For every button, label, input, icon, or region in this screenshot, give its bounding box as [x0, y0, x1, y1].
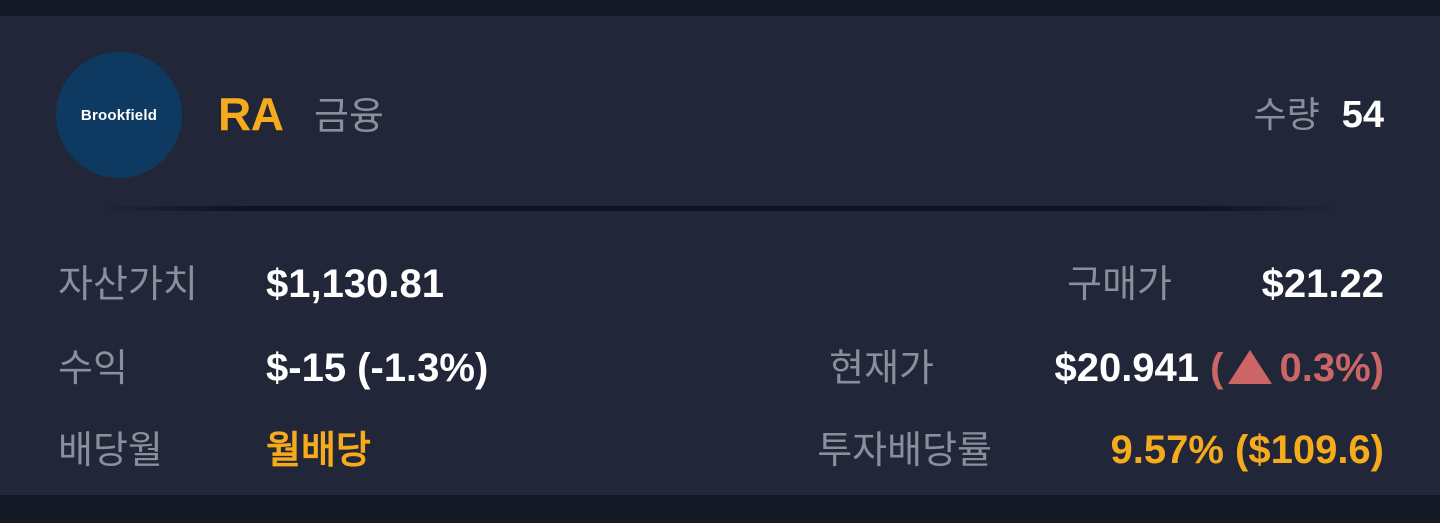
dividend-yield: 9.57% ($109.6)	[1110, 428, 1384, 472]
triangle-up-icon	[1227, 350, 1272, 384]
row-asset-purchase: 자산가치 $1,130.81 구매가 $21.22	[0, 254, 1440, 314]
sector-label: 금융	[314, 94, 384, 138]
row-dividend: 배당월 월배당 투자배당률 9.57% ($109.6)	[0, 420, 1440, 480]
purchase-price: $21.22	[1261, 262, 1384, 306]
current-price: $20.941	[1054, 346, 1200, 390]
holding-card[interactable]: Brookfield RA 금융 수량 54 자산가치 $1,130.81 구매…	[0, 16, 1440, 495]
price-change-percent: 0.3%)	[1279, 346, 1385, 390]
quantity-value: 54	[1341, 94, 1384, 136]
quantity: 수량 54	[1253, 86, 1384, 145]
divider	[100, 206, 1340, 211]
profit-value: $-15 (-1.3%)	[266, 346, 489, 390]
purchase-price-label: 구매가	[1067, 262, 1172, 306]
current-price-label: 현재가	[829, 346, 934, 390]
company-logo: Brookfield	[56, 52, 182, 178]
ticker-symbol: RA	[218, 88, 284, 140]
asset-value-label: 자산가치	[58, 262, 198, 306]
quantity-label: 수량	[1253, 95, 1320, 136]
dividend-month: 월배당	[266, 428, 371, 472]
price-change: (0.3%)	[1210, 346, 1384, 390]
dividend-yield-label: 투자배당률	[817, 428, 992, 472]
logo-text: Brookfield	[80, 106, 158, 124]
dividend-month-label: 배당월	[58, 428, 163, 472]
profit-label: 수익	[58, 346, 128, 390]
row-profit-current: 수익 $-15 (-1.3%) 현재가 $20.941 (0.3%)	[0, 338, 1440, 398]
asset-value: $1,130.81	[266, 262, 444, 306]
price-change-open: (	[1210, 346, 1224, 390]
current-price-group: $20.941 (0.3%)	[1054, 338, 1384, 398]
